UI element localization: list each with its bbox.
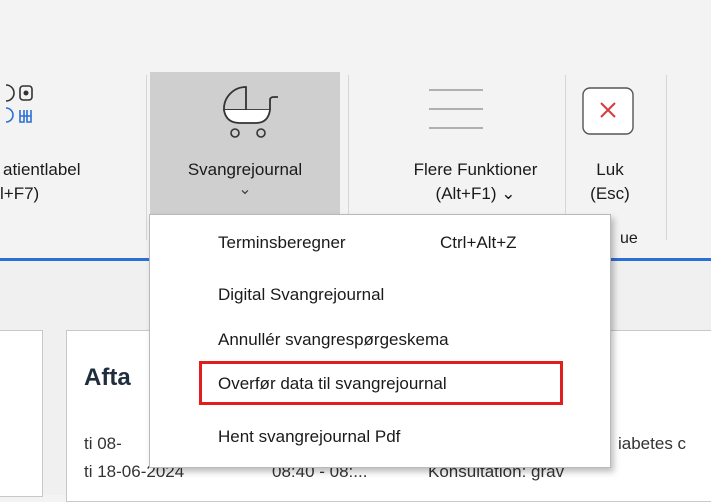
luk-line2: (Esc)	[590, 184, 630, 203]
patientlabel-line2: l+F7)	[0, 184, 40, 203]
ribbon-separator	[666, 75, 667, 240]
left-panel	[0, 330, 43, 497]
label-print-icon	[5, 84, 33, 123]
ribbon-separator	[146, 75, 147, 240]
flere-funktioner-line1: Flere Funktioner	[413, 160, 538, 179]
luk-line1: Luk	[596, 160, 624, 179]
agenda-row-text[interactable]: iabetes c	[618, 434, 686, 454]
highlight-annotation	[199, 361, 563, 405]
flere-funktioner-line2: (Alt+F1) ⌄	[435, 184, 516, 203]
chevron-down-icon: ⌄	[238, 181, 252, 198]
patientlabel-button[interactable]: atientlabel l+F7)	[0, 72, 140, 242]
patientlabel-line1: atientlabel	[3, 160, 81, 179]
agenda-row-date[interactable]: ti 08-	[84, 434, 122, 454]
menu-item-hent-pdf[interactable]: Hent svangrejournal Pdf	[218, 427, 400, 447]
menu-item-shortcut: Ctrl+Alt+Z	[440, 233, 517, 252]
menu-item-annuller-svangresporgeskema[interactable]: Annullér svangrespørgeskema	[218, 330, 449, 350]
ribbon-group-label: ue	[620, 230, 638, 247]
menu-lines-icon	[429, 89, 483, 129]
agenda-title: Afta	[84, 364, 131, 391]
menu-item-terminsberegner[interactable]: Terminsberegner	[218, 233, 346, 253]
pram-icon	[223, 86, 278, 138]
menu-item-digital-svangrejournal[interactable]: Digital Svangrejournal	[218, 285, 384, 305]
close-icon	[582, 87, 634, 135]
